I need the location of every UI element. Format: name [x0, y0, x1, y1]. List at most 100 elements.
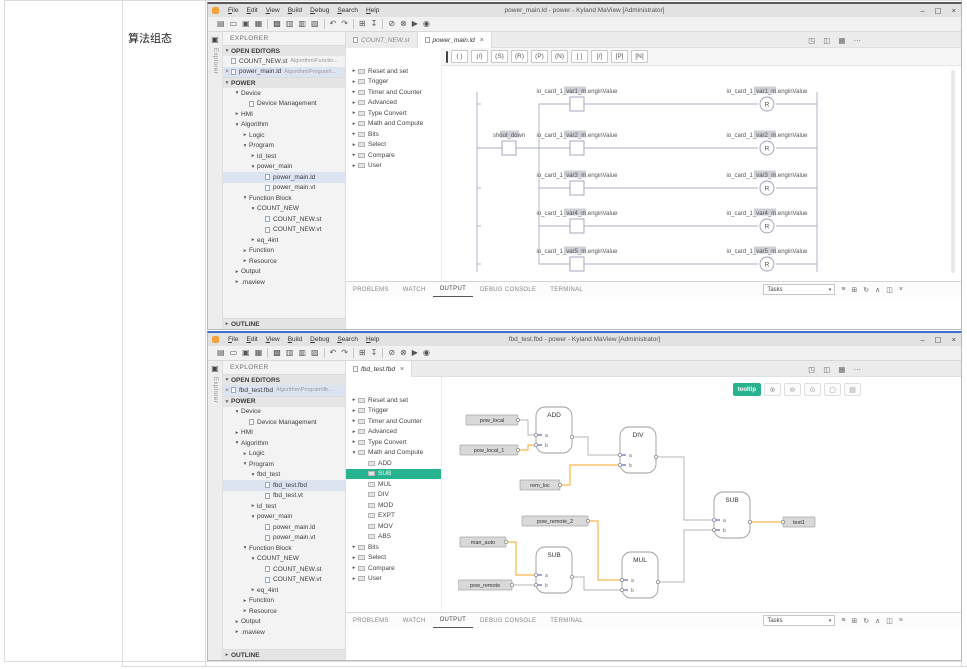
panel-tab-terminal[interactable]: TERMINAL [543, 282, 590, 297]
fit-screen-icon[interactable]: ▢ [824, 383, 841, 396]
tab-fbd_test.fbd[interactable]: fbd_test.fbd× [346, 361, 412, 377]
tree-item-count_new[interactable]: ▾COUNT_NEW [223, 204, 345, 215]
contact-symbol[interactable] [502, 141, 516, 155]
collapse-panel-icon[interactable]: ∧ [875, 617, 880, 625]
tree-item-power_main.vt[interactable]: power_main.vt [223, 183, 345, 194]
palette-item-abs[interactable]: ABS [346, 532, 441, 543]
panel-tab-output[interactable]: OUTPUT [433, 282, 473, 297]
palette-group-trigger[interactable]: ▸Trigger [346, 406, 441, 417]
fbd-tag-test1[interactable]: test1 [783, 517, 815, 527]
fbd-tag-man_auto[interactable]: man_auto [460, 537, 506, 547]
ld-rung-3[interactable]: Rio_card_1_var3_m.enginValueio_card_1_va… [477, 171, 817, 196]
tree-item-function-block[interactable]: ▾Function Block [223, 193, 345, 204]
ld-tool-contact-open[interactable]: [ ] [571, 50, 588, 63]
tree-item-fbd_test[interactable]: ▾fbd_test [223, 470, 345, 481]
sync-device-icon[interactable]: ▧ [311, 20, 319, 28]
panel-tab-problems[interactable]: PROBLEMS [346, 282, 396, 297]
ld-rung-1[interactable]: Rio_card_1_var1_m.enginValueio_card_1_va… [477, 87, 817, 112]
record-icon[interactable]: ◉ [423, 20, 430, 28]
fbd-block-div-1[interactable]: DIVab [620, 427, 656, 473]
ld-tool-contact-negative[interactable]: [N] [631, 50, 648, 63]
fbd-wire-6[interactable] [506, 542, 536, 575]
menu-build[interactable]: Build [284, 336, 306, 343]
stop-icon[interactable]: ⊗ [400, 20, 407, 28]
save-icon[interactable]: ▣ [242, 20, 250, 28]
save-all-icon[interactable]: ▦ [255, 20, 263, 28]
menu-view[interactable]: View [262, 336, 284, 343]
menu-search[interactable]: Search [333, 7, 362, 14]
ld-rung-4[interactable]: Rio_card_1_var4_m.enginValueio_card_1_va… [477, 209, 817, 234]
tree-item-device[interactable]: ▾Device [223, 88, 345, 99]
save-icon[interactable]: ▣ [242, 349, 250, 357]
palette-item-mul[interactable]: MUL [346, 479, 441, 490]
panel-tab-watch[interactable]: WATCH [396, 613, 433, 628]
fbd-wire-1[interactable] [518, 445, 536, 450]
panel-tab-output[interactable]: OUTPUT [433, 613, 473, 628]
build-icon[interactable]: ⊞ [359, 349, 366, 357]
fbd-block-sub-3[interactable]: SUBab [536, 547, 572, 593]
tree-item-eq_4int[interactable]: ▸eq_4int [223, 235, 345, 246]
grid-layout-icon[interactable]: ▦ [838, 365, 845, 374]
tab-COUNT_NEW.st[interactable]: COUNT_NEW.st [346, 32, 418, 48]
close-button[interactable]: × [952, 6, 956, 15]
menu-debug[interactable]: Debug [306, 7, 333, 14]
menu-file[interactable]: File [224, 336, 243, 343]
outline-header[interactable]: ▸OUTLINE [223, 318, 345, 329]
tree-item-power_main.ld[interactable]: power_main.ld [223, 172, 345, 183]
new-file-icon[interactable]: ▤ [217, 20, 225, 28]
palette-group-reset-and-set[interactable]: ▸Reset and set [346, 395, 441, 406]
grid-layout-icon[interactable]: ▦ [838, 36, 845, 45]
open-project-icon[interactable]: ▭ [230, 20, 238, 28]
menu-file[interactable]: File [224, 7, 243, 14]
tree-item-logic[interactable]: ▸Logic [223, 449, 345, 460]
palette-group-timer-and-counter[interactable]: ▸Timer and Counter [346, 87, 441, 98]
palette-group-type-convert[interactable]: ▸Type Convert [346, 108, 441, 119]
open-editors-header[interactable]: ▾OPEN EDITORS [223, 374, 345, 385]
palette-group-timer-and-counter[interactable]: ▸Timer and Counter [346, 416, 441, 427]
word-wrap-icon[interactable]: ≡ [841, 286, 845, 293]
fbd-block-add-0[interactable]: ADDab [536, 407, 572, 453]
undo-icon[interactable]: ↶ [330, 20, 337, 28]
explorer-activity-icon[interactable]: ▣ [211, 364, 219, 373]
menu-edit[interactable]: Edit [243, 7, 262, 14]
ld-rung-2[interactable]: Rio_card_1_var2_m.enginValueio_card_1_va… [477, 131, 817, 156]
menu-help[interactable]: Help [362, 336, 383, 343]
zoom-out-icon[interactable]: ⊖ [784, 383, 801, 396]
open-preview-icon[interactable]: ◳ [808, 365, 815, 374]
close-panel-icon[interactable]: × [899, 617, 903, 624]
close-editor-icon[interactable]: × [223, 387, 231, 394]
palette-item-div[interactable]: DIV [346, 490, 441, 501]
tree-item-device[interactable]: ▾Device [223, 407, 345, 418]
close-button[interactable]: × [952, 335, 956, 344]
contact-symbol[interactable] [570, 97, 584, 111]
panel-tab-debug-console[interactable]: DEBUG CONSOLE [473, 282, 543, 297]
split-editor-icon[interactable]: ◫ [823, 365, 830, 374]
tree-item-fbd_test.vt[interactable]: fbd_test.vt [223, 491, 345, 502]
more-actions-icon[interactable]: ⋯ [854, 365, 862, 374]
cancel-icon[interactable]: ⊘ [388, 20, 395, 28]
fbd-block-sub-2[interactable]: SUBab [714, 492, 750, 538]
ld-tool-contact-negated[interactable]: [/] [591, 50, 608, 63]
tree-item-hmi[interactable]: ▸HMI [223, 109, 345, 120]
explorer-activity-icon[interactable]: ▣ [211, 35, 219, 44]
menu-debug[interactable]: Debug [306, 336, 333, 343]
close-panel-icon[interactable]: × [899, 286, 903, 293]
minimize-button[interactable]: – [920, 6, 924, 15]
palette-item-sub[interactable]: SUB [346, 469, 441, 480]
maximize-panel-icon[interactable]: ◫ [886, 286, 893, 294]
maximize-button[interactable]: ▢ [935, 6, 942, 15]
clear-output-icon[interactable]: ↻ [863, 617, 869, 625]
tree-item-power_main.vt[interactable]: power_main.vt [223, 533, 345, 544]
tree-item-program[interactable]: ▾Program [223, 459, 345, 470]
ld-rung-5[interactable]: Rio_card_1_var5_m.enginValueio_card_1_va… [477, 247, 817, 272]
project-header[interactable]: ▾POWER [223, 396, 345, 407]
fbd-wire-0[interactable] [518, 420, 536, 435]
tree-item-power_main.ld[interactable]: power_main.ld [223, 522, 345, 533]
tasks-dropdown[interactable]: Tasks▾ [763, 615, 835, 626]
fbd-tag-pow_remote_2[interactable]: pow_remote_2 [522, 516, 588, 526]
tree-item-resource[interactable]: ▸Resource [223, 256, 345, 267]
fbd-tag-pow_remote[interactable]: pow_remote [458, 580, 512, 590]
tree-item-program[interactable]: ▾Program [223, 141, 345, 152]
save-all-icon[interactable]: ▦ [255, 349, 263, 357]
tree-item-function[interactable]: ▸Function [223, 246, 345, 257]
